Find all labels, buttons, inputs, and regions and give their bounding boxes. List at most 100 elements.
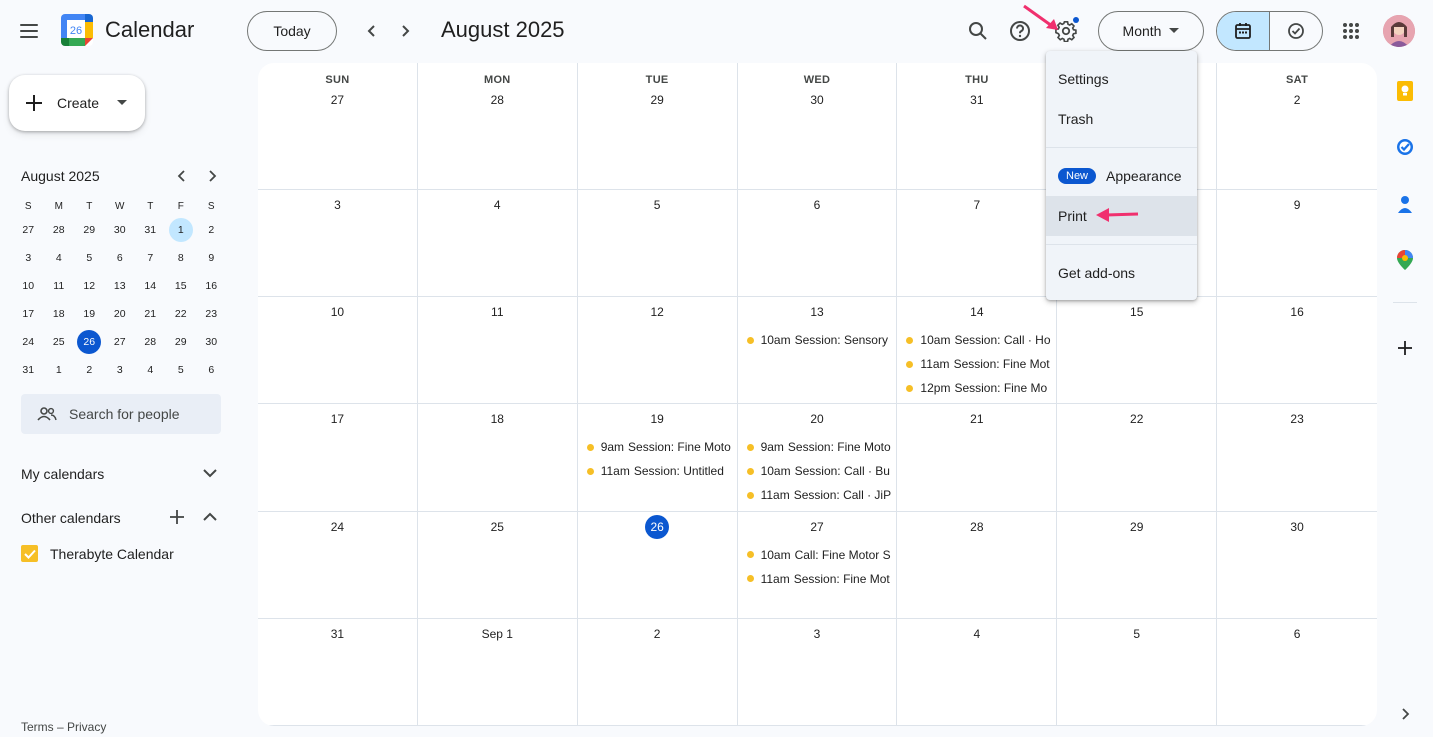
- day-number[interactable]: 17: [258, 409, 417, 429]
- mini-day[interactable]: 1: [44, 356, 75, 384]
- mini-day[interactable]: 19: [74, 300, 105, 328]
- contacts-icon[interactable]: [1392, 191, 1418, 217]
- day-cell[interactable]: 21: [897, 404, 1058, 512]
- day-number[interactable]: 15: [1057, 302, 1216, 322]
- day-cell[interactable]: WED 30: [737, 63, 898, 190]
- day-number[interactable]: 14: [897, 302, 1056, 322]
- mini-day[interactable]: 28: [44, 216, 75, 244]
- search-button[interactable]: [960, 13, 996, 49]
- day-cell[interactable]: 28: [897, 511, 1058, 619]
- day-number[interactable]: 26: [578, 514, 737, 539]
- day-cell[interactable]: 6: [737, 190, 898, 298]
- day-number[interactable]: 23: [1217, 409, 1377, 429]
- create-button[interactable]: Create: [9, 75, 145, 131]
- day-cell[interactable]: 7: [897, 190, 1058, 298]
- mini-day[interactable]: 26: [74, 328, 105, 356]
- day-number[interactable]: 4: [418, 195, 577, 215]
- mini-day[interactable]: 21: [135, 300, 166, 328]
- day-number[interactable]: Sep 1: [418, 624, 577, 644]
- day-number[interactable]: 2: [578, 624, 737, 644]
- expand-panel-chevron-icon[interactable]: [1392, 701, 1418, 727]
- day-cell[interactable]: 9: [1217, 190, 1377, 298]
- day-cell[interactable]: 19 9am Session: Fine Moto 11am Session: Unti…: [577, 404, 738, 512]
- mini-day[interactable]: 17: [13, 300, 44, 328]
- day-cell[interactable]: 6: [1217, 619, 1377, 726]
- day-cell[interactable]: 3: [258, 190, 418, 298]
- menu-item-settings[interactable]: Settings: [1046, 59, 1197, 99]
- event-chip[interactable]: 12pm Session: Fine Mo: [897, 376, 1056, 400]
- mini-day[interactable]: 11: [44, 272, 75, 300]
- mini-day[interactable]: 29: [74, 216, 105, 244]
- day-cell[interactable]: 22: [1057, 404, 1218, 512]
- day-number[interactable]: 31: [258, 624, 417, 644]
- mini-day[interactable]: 4: [44, 244, 75, 272]
- event-chip[interactable]: 11am Session: Call · JiP: [738, 483, 897, 507]
- day-cell[interactable]: 31: [258, 618, 418, 726]
- day-number[interactable]: 6: [1217, 624, 1377, 644]
- day-number[interactable]: 5: [1057, 624, 1216, 644]
- mini-day[interactable]: 25: [44, 328, 75, 356]
- day-number[interactable]: 4: [897, 624, 1056, 644]
- day-number[interactable]: 22: [1057, 409, 1216, 429]
- day-number[interactable]: 20: [738, 409, 897, 429]
- calendar-checkbox[interactable]: [21, 545, 38, 562]
- tasks-icon[interactable]: [1392, 134, 1418, 160]
- day-cell[interactable]: Sep 1: [417, 618, 578, 726]
- day-number[interactable]: 3: [258, 195, 417, 215]
- tasks-view-toggle[interactable]: [1269, 12, 1322, 50]
- day-cell[interactable]: MON 28: [417, 63, 578, 190]
- menu-item-appearance[interactable]: New Appearance: [1046, 156, 1197, 196]
- next-period-button[interactable]: [391, 17, 419, 45]
- chevron-down-icon[interactable]: [203, 468, 217, 478]
- day-cell[interactable]: TUE 29: [577, 63, 738, 190]
- account-avatar[interactable]: [1383, 15, 1415, 47]
- day-number[interactable]: 21: [897, 409, 1056, 429]
- day-number[interactable]: 31: [897, 90, 1056, 110]
- day-cell[interactable]: 3: [737, 618, 898, 726]
- day-number[interactable]: 25: [418, 517, 577, 537]
- day-number[interactable]: 10: [258, 302, 417, 322]
- today-button[interactable]: Today: [247, 11, 337, 51]
- day-cell[interactable]: 12: [577, 297, 738, 405]
- mini-day[interactable]: 15: [166, 272, 197, 300]
- mini-day[interactable]: 8: [166, 244, 197, 272]
- event-chip[interactable]: 10am Session: Call · Bu: [738, 459, 897, 483]
- day-number[interactable]: 29: [1057, 517, 1216, 537]
- mini-day[interactable]: 6: [105, 244, 136, 272]
- day-cell[interactable]: 16: [1217, 297, 1377, 405]
- day-cell[interactable]: SAT 2: [1217, 63, 1377, 190]
- mini-day[interactable]: 2: [196, 216, 227, 244]
- day-cell[interactable]: 13 10am Session: Sensory: [737, 297, 898, 405]
- day-cell[interactable]: 4: [897, 618, 1058, 726]
- mini-day[interactable]: 22: [166, 300, 197, 328]
- day-cell[interactable]: 26: [577, 511, 738, 619]
- day-number[interactable]: 28: [418, 90, 577, 110]
- mini-day[interactable]: 20: [105, 300, 136, 328]
- mini-next-month-button[interactable]: [200, 166, 224, 186]
- day-number[interactable]: 28: [897, 517, 1056, 537]
- mini-day[interactable]: 10: [13, 272, 44, 300]
- event-chip[interactable]: 9am Session: Fine Moto: [738, 435, 897, 459]
- day-cell[interactable]: 24: [258, 511, 418, 619]
- mini-day[interactable]: 6: [196, 356, 227, 384]
- day-number[interactable]: 19: [578, 409, 737, 429]
- day-number[interactable]: 5: [578, 195, 737, 215]
- view-selector-button[interactable]: Month: [1098, 11, 1204, 51]
- mini-day[interactable]: 29: [166, 328, 197, 356]
- day-number[interactable]: 29: [578, 90, 737, 110]
- day-number[interactable]: 18: [418, 409, 577, 429]
- day-number[interactable]: 27: [258, 90, 417, 110]
- menu-item-get-addons[interactable]: Get add-ons: [1046, 253, 1197, 293]
- day-cell[interactable]: 11: [417, 297, 578, 405]
- chevron-up-icon[interactable]: [203, 512, 217, 522]
- main-menu-button[interactable]: [14, 16, 44, 46]
- mini-day[interactable]: 27: [13, 216, 44, 244]
- day-number[interactable]: 3: [738, 624, 897, 644]
- mini-day[interactable]: 4: [135, 356, 166, 384]
- day-number[interactable]: 9: [1217, 195, 1377, 215]
- previous-period-button[interactable]: [358, 17, 386, 45]
- mini-day[interactable]: 5: [74, 244, 105, 272]
- mini-day[interactable]: 9: [196, 244, 227, 272]
- event-chip[interactable]: 11am Session: Fine Mot: [897, 352, 1056, 376]
- mini-day[interactable]: 28: [135, 328, 166, 356]
